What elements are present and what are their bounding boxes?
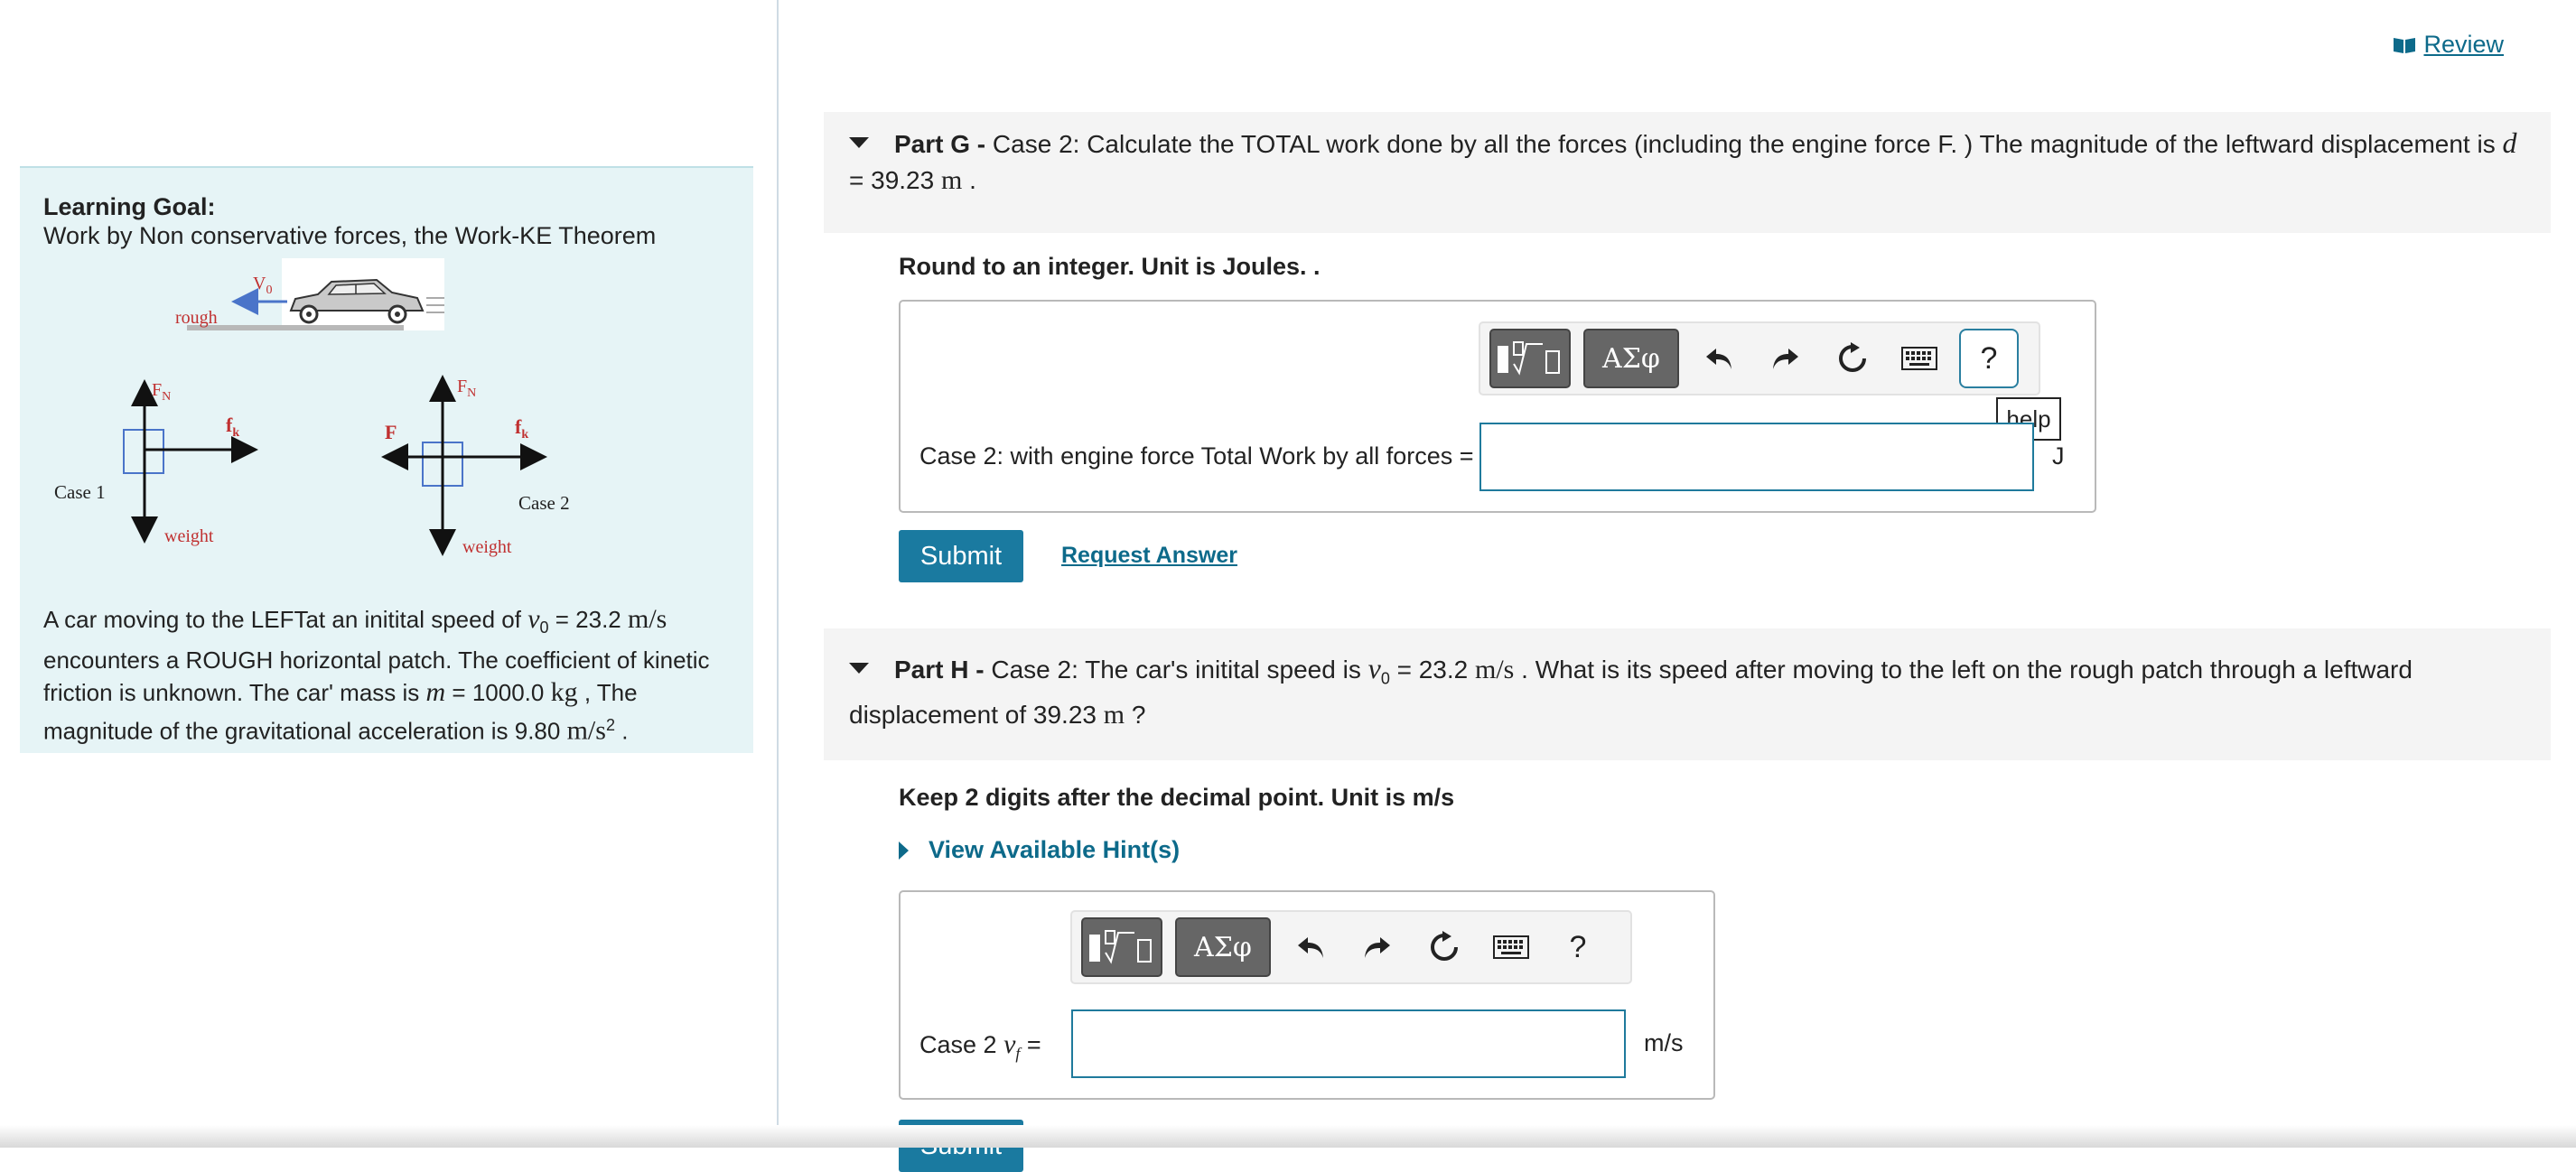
templates-icon [1089, 930, 1152, 964]
view-hints-toggle[interactable]: View Available Hint(s) [899, 836, 1180, 864]
keyboard-icon[interactable] [1484, 920, 1538, 974]
request-answer-link[interactable]: Request Answer [1061, 543, 1237, 569]
keyboard-icon[interactable] [1892, 331, 1946, 386]
v0-label: V0 [253, 274, 272, 297]
learning-goal-subtitle: Work by Non conservative forces, the Wor… [43, 222, 657, 249]
svg-text:Case 2: Case 2 [518, 492, 570, 514]
part-h-header[interactable]: Part H - Case 2: The car's initital spee… [824, 628, 2551, 760]
part-h-math-toolbar: ΑΣφ ? [1070, 910, 1632, 984]
case2-diagram: FN fk F weight Case 2 [381, 375, 570, 557]
part-g-unit: J [2052, 442, 2065, 470]
templates-icon [1498, 341, 1560, 376]
expand-triangle-icon [899, 841, 909, 860]
case1-diagram: FN fk weight Case 1 [54, 379, 258, 546]
redo-icon[interactable] [1759, 331, 1813, 386]
redo-icon[interactable] [1350, 920, 1405, 974]
car-illustration [282, 258, 444, 330]
part-g-answer-input[interactable] [1479, 423, 2034, 491]
templates-button[interactable] [1489, 329, 1571, 388]
part-g-submit-button[interactable]: Submit [899, 530, 1023, 582]
rough-patch [187, 325, 404, 330]
learning-goal-panel: Learning Goal: Work by Non conservative … [20, 166, 753, 753]
collapse-triangle-icon[interactable] [849, 662, 869, 674]
help-button[interactable]: ? [1551, 920, 1605, 974]
window-bottom-edge [0, 1125, 2576, 1148]
svg-text:fk: fk [226, 414, 239, 440]
panel-divider [777, 0, 779, 1148]
learning-goal-title: Learning Goal: [43, 193, 216, 220]
svg-text:Case 1: Case 1 [54, 481, 106, 503]
part-h-field-label: Case 2 vf = [919, 1029, 1041, 1063]
svg-text:weight: weight [462, 537, 512, 557]
help-button[interactable]: ? [1959, 329, 2019, 388]
review-link[interactable]: Review [2393, 31, 2504, 59]
svg-text:FN: FN [152, 380, 171, 404]
svg-text:weight: weight [164, 526, 214, 546]
part-h-instruction: Keep 2 digits after the decimal point. U… [899, 784, 1455, 811]
part-h-answer-input[interactable] [1071, 1009, 1626, 1078]
part-g-field-label: Case 2: with engine force Total Work by … [919, 442, 1474, 470]
force-diagram: V0 rough FN fk weight Case 1 FN fk F wei… [54, 258, 570, 557]
greek-symbols-button[interactable]: ΑΣφ [1583, 329, 1679, 388]
svg-text:F: F [385, 421, 397, 443]
rough-label: rough [175, 308, 218, 328]
part-h-unit: m/s [1644, 1029, 1684, 1056]
svg-text:FN: FN [457, 377, 476, 400]
problem-statement: A car moving to the LEFTat an initital s… [43, 604, 710, 746]
greek-symbols-button[interactable]: ΑΣφ [1175, 917, 1271, 977]
reset-icon[interactable] [1825, 331, 1880, 386]
templates-button[interactable] [1081, 917, 1162, 977]
part-g-instruction: Round to an integer. Unit is Joules. . [899, 253, 1321, 280]
part-g-header[interactable]: Part G - Case 2: Calculate the TOTAL wor… [824, 112, 2551, 233]
collapse-triangle-icon[interactable] [849, 136, 869, 148]
svg-text:fk: fk [515, 415, 528, 442]
undo-icon[interactable] [1692, 331, 1746, 386]
undo-icon[interactable] [1283, 920, 1338, 974]
reset-icon[interactable] [1417, 920, 1471, 974]
book-icon [2394, 37, 2416, 53]
part-g-math-toolbar: ΑΣφ ? [1479, 321, 2040, 395]
